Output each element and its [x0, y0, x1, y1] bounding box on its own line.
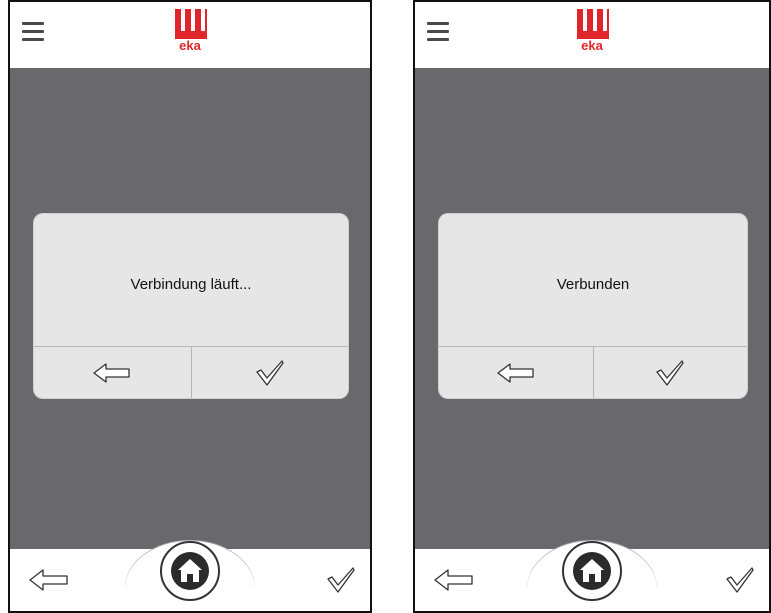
footer-confirm-button[interactable]: [326, 566, 356, 599]
footer-confirm-button[interactable]: [725, 566, 755, 599]
logo-text: eka: [179, 38, 201, 53]
content-area: Verbunden: [415, 68, 769, 549]
header-bar: eka: [10, 2, 370, 70]
menu-icon[interactable]: [427, 22, 449, 42]
dialog-button-row: [34, 346, 348, 398]
dialog-back-button[interactable]: [439, 347, 593, 398]
arrow-left-icon: [93, 362, 130, 383]
status-dialog: Verbindung läuft...: [34, 214, 348, 398]
dialog-confirm-button[interactable]: [190, 347, 349, 398]
checkmark-icon: [656, 359, 684, 386]
footer-bar: [10, 541, 370, 611]
checkmark-icon: [726, 567, 754, 593]
content-area: Verbindung läuft...: [10, 68, 370, 549]
eka-logo: eka: [173, 9, 207, 57]
footer-bar: [415, 541, 769, 611]
screen-connected: eka Verbunden: [413, 0, 771, 613]
eka-logo: eka: [575, 9, 609, 57]
dialog-confirm-button[interactable]: [592, 347, 748, 398]
header-bar: eka: [415, 2, 769, 70]
checkmark-icon: [256, 359, 284, 386]
dialog-back-button[interactable]: [34, 347, 191, 398]
footer-back-button[interactable]: [433, 568, 475, 597]
home-button[interactable]: [160, 541, 220, 601]
screen-connecting: eka Verbindung läuft...: [8, 0, 372, 613]
dialog-message: Verbunden: [556, 276, 630, 293]
dialog-button-row: [439, 346, 747, 398]
home-button[interactable]: [562, 541, 622, 601]
status-dialog: Verbunden: [439, 214, 747, 398]
arrow-left-icon: [29, 569, 68, 591]
checkmark-icon: [327, 567, 355, 593]
menu-icon[interactable]: [22, 22, 44, 42]
footer-back-button[interactable]: [28, 568, 70, 597]
logo-text: eka: [581, 38, 603, 53]
home-icon: [171, 552, 209, 590]
arrow-left-icon: [434, 569, 473, 591]
arrow-left-icon: [497, 362, 534, 383]
dialog-message: Verbindung läuft...: [130, 276, 252, 293]
home-icon: [573, 552, 611, 590]
